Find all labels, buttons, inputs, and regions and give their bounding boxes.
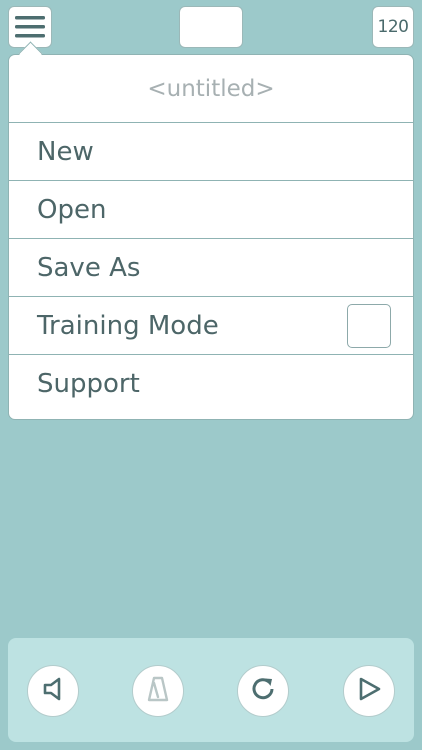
menu-item-label: Open	[37, 194, 107, 225]
menu-item-label: New	[37, 136, 94, 167]
menu-item-save-as[interactable]: Save As	[9, 239, 413, 297]
sound-button[interactable]	[27, 665, 79, 717]
menu-item-support[interactable]: Support	[9, 355, 413, 413]
metronome-button[interactable]	[132, 665, 184, 717]
menu-item-label: Support	[37, 369, 140, 399]
tempo-button[interactable]: 120	[372, 6, 414, 48]
menu-item-new[interactable]: New	[9, 123, 413, 181]
menu-item-training-mode[interactable]: Training Mode	[9, 297, 413, 355]
loop-button[interactable]	[237, 665, 289, 717]
bottom-toolbar	[8, 638, 414, 742]
title-field[interactable]	[179, 6, 243, 48]
tempo-value: 120	[377, 17, 409, 37]
loop-icon	[248, 674, 278, 708]
main-menu: <untitled> New Open Save As Training Mod…	[8, 54, 414, 420]
play-button[interactable]	[343, 665, 395, 717]
menu-item-label: Save As	[37, 252, 141, 283]
hamburger-icon	[15, 15, 45, 39]
speaker-icon	[40, 676, 66, 706]
training-mode-checkbox[interactable]	[347, 303, 391, 348]
metronome-icon	[145, 675, 171, 707]
menu-item-open[interactable]: Open	[9, 181, 413, 239]
menu-item-label: Training Mode	[37, 310, 219, 341]
menu-title: <untitled>	[9, 55, 413, 123]
play-icon	[355, 675, 383, 707]
